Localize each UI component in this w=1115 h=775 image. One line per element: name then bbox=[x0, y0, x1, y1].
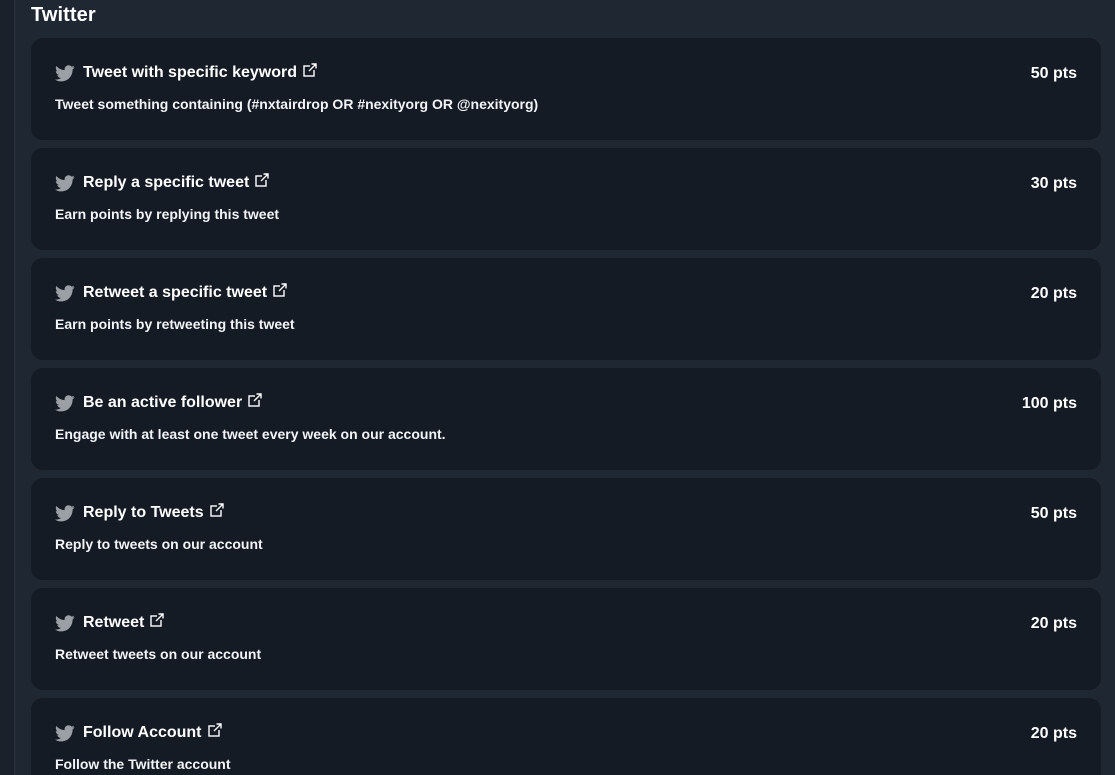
task-points: 20 pts bbox=[1030, 285, 1077, 302]
task-title: Reply a specific tweet bbox=[83, 174, 250, 191]
task-header: Tweet with specific keyword bbox=[55, 62, 317, 84]
task-list: Tweet with specific keyword Tweet someth… bbox=[31, 38, 1101, 775]
twitter-bird-icon bbox=[55, 284, 75, 302]
section-title: Twitter bbox=[31, 4, 96, 26]
external-link-icon[interactable] bbox=[150, 613, 165, 627]
task-header: Follow Account bbox=[55, 722, 222, 744]
task-card[interactable]: Reply to Tweets Reply to tweets on our a… bbox=[31, 478, 1101, 580]
external-link-icon[interactable] bbox=[207, 723, 222, 737]
task-description: Earn points by retweeting this tweet bbox=[55, 316, 295, 332]
task-card[interactable]: Follow Account Follow the Twitter accoun… bbox=[31, 698, 1101, 775]
twitter-bird-icon bbox=[55, 174, 75, 192]
twitter-bird-icon bbox=[55, 64, 75, 82]
twitter-bird-icon bbox=[55, 504, 75, 522]
task-description: Earn points by replying this tweet bbox=[55, 206, 280, 222]
task-title: Tweet with specific keyword bbox=[83, 64, 297, 81]
task-title: Follow Account bbox=[83, 724, 202, 741]
task-points: 100 pts bbox=[1021, 395, 1077, 412]
task-description: Tweet something containing (#nxtairdrop … bbox=[55, 96, 539, 112]
twitter-bird-icon bbox=[55, 724, 75, 742]
task-title: Reply to Tweets bbox=[83, 504, 204, 521]
task-card[interactable]: Reply a specific tweet Earn points by re… bbox=[31, 148, 1101, 250]
task-points: 20 pts bbox=[1030, 725, 1077, 742]
task-card[interactable]: Be an active follower Engage with at lea… bbox=[31, 368, 1101, 470]
external-link-icon[interactable] bbox=[303, 63, 317, 77]
task-header: Retweet a specific tweet bbox=[55, 282, 288, 304]
task-header: Retweet bbox=[55, 612, 165, 634]
task-card[interactable]: Tweet with specific keyword Tweet someth… bbox=[31, 38, 1101, 140]
task-points: 50 pts bbox=[1030, 65, 1077, 82]
task-header: Be an active follower bbox=[55, 392, 263, 414]
task-card[interactable]: Retweet Retweet tweets on our account 20… bbox=[31, 588, 1101, 690]
task-points: 20 pts bbox=[1030, 615, 1077, 632]
task-description: Retweet tweets on our account bbox=[55, 646, 262, 662]
task-card[interactable]: Retweet a specific tweet Earn points by … bbox=[31, 258, 1101, 360]
task-header: Reply a specific tweet bbox=[55, 172, 270, 194]
task-title: Retweet a specific tweet bbox=[83, 284, 268, 301]
external-link-icon[interactable] bbox=[248, 393, 263, 407]
task-description: Reply to tweets on our account bbox=[55, 536, 263, 552]
task-title: Retweet bbox=[83, 614, 145, 631]
twitter-bird-icon bbox=[55, 394, 75, 412]
task-description: Engage with at least one tweet every wee… bbox=[55, 426, 446, 442]
task-title: Be an active follower bbox=[83, 394, 243, 411]
task-points: 50 pts bbox=[1030, 505, 1077, 522]
external-link-icon[interactable] bbox=[273, 283, 288, 297]
sidebar-edge bbox=[0, 0, 15, 775]
external-link-icon[interactable] bbox=[255, 173, 270, 187]
twitter-tasks-page: Twitter Tweet with specific keyword Twee… bbox=[0, 0, 1115, 775]
task-header: Reply to Tweets bbox=[55, 502, 224, 524]
task-points: 30 pts bbox=[1030, 175, 1077, 192]
task-description: Follow the Twitter account bbox=[55, 756, 231, 772]
external-link-icon[interactable] bbox=[209, 503, 224, 517]
twitter-bird-icon bbox=[55, 614, 75, 632]
